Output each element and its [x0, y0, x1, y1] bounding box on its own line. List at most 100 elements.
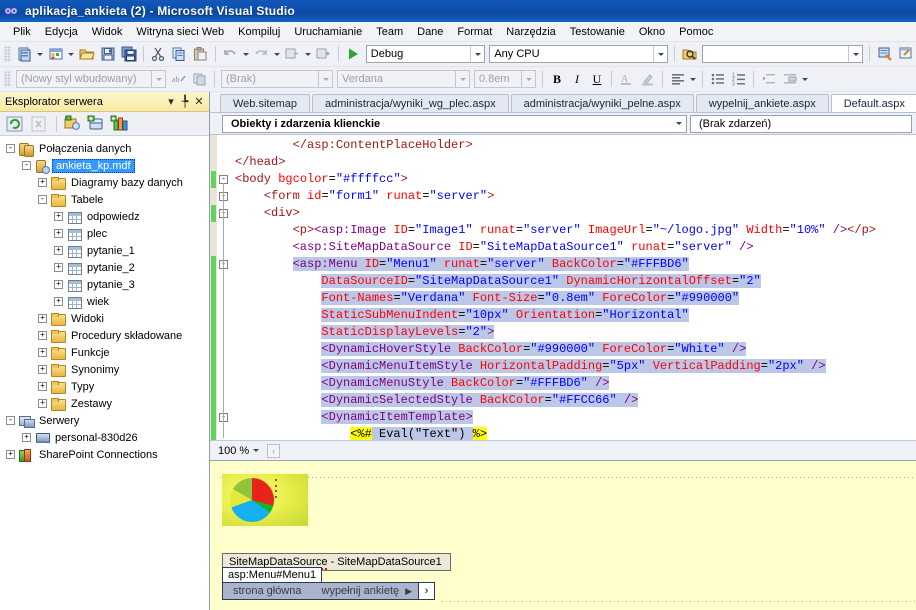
document-tab[interactable]: administracja/wyniki_pelne.aspx: [510, 94, 694, 112]
menu-item-uruchamianie[interactable]: Uruchamianie: [287, 24, 369, 40]
outlining-margin[interactable]: -----: [217, 135, 231, 460]
target-rule-icon[interactable]: ab: [168, 69, 189, 89]
navigate-forward-icon[interactable]: [313, 44, 334, 64]
navigate-backward-dropdown-icon[interactable]: [303, 44, 313, 64]
indent-icon[interactable]: [779, 69, 800, 89]
tree-item[interactable]: - Tabele: [0, 191, 209, 208]
expand-toggle-icon[interactable]: +: [38, 382, 47, 391]
tree-item[interactable]: + personal-830d26: [0, 429, 209, 446]
close-icon[interactable]: ✕: [192, 95, 206, 108]
tree-item[interactable]: + wiek: [0, 293, 209, 310]
menu-item-team[interactable]: Team: [369, 24, 410, 40]
menu-item-dane[interactable]: Dane: [410, 24, 450, 40]
server-explorer-tree[interactable]: - Połączenia danych - ankieta_kp.mdf + Diagra…: [0, 136, 209, 610]
menu-preview[interactable]: strona główna wypełnij ankietę ▶: [222, 582, 424, 600]
document-tab[interactable]: administracja/wyniki_wg_plec.aspx: [312, 94, 509, 112]
tree-item[interactable]: + Funkcje: [0, 344, 209, 361]
code-line[interactable]: DataSourceID="SiteMapDataSource1" Dynami…: [231, 273, 916, 290]
expand-toggle-icon[interactable]: +: [54, 246, 63, 255]
css-properties-icon[interactable]: [189, 69, 210, 89]
tree-item[interactable]: - Połączenia danych: [0, 140, 209, 157]
menu-component-tag[interactable]: asp:Menu#Menu1: [222, 567, 323, 583]
expand-toggle-icon[interactable]: +: [54, 229, 63, 238]
client-objects-select[interactable]: Obiekty i zdarzenia klienckie: [222, 114, 687, 133]
code-line[interactable]: </asp:ContentPlaceHolder>: [231, 137, 916, 154]
expand-toggle-icon[interactable]: +: [38, 178, 47, 187]
new-project-dropdown-icon[interactable]: [35, 44, 45, 64]
document-tab[interactable]: Web.sitemap: [220, 94, 310, 112]
redo-icon[interactable]: [251, 44, 272, 64]
menu-item-testowanie[interactable]: Testowanie: [563, 24, 632, 40]
refresh-icon[interactable]: [4, 114, 26, 134]
tree-item[interactable]: - ankieta_kp.mdf: [0, 157, 209, 174]
tree-item[interactable]: + plec: [0, 225, 209, 242]
expand-toggle-icon[interactable]: +: [54, 280, 63, 289]
expand-toggle-icon[interactable]: +: [38, 331, 47, 340]
menu-item-edycja[interactable]: Edycja: [38, 24, 85, 40]
menu-item-widok[interactable]: Widok: [85, 24, 130, 40]
document-tab[interactable]: wypelnij_ankiete.aspx: [695, 94, 829, 112]
font-size-select[interactable]: 0.8em: [474, 70, 536, 88]
code-line[interactable]: StaticSubMenuIndent="10px" Orientation="…: [231, 307, 916, 324]
new-project-icon[interactable]: [14, 44, 35, 64]
expand-toggle-icon[interactable]: +: [38, 314, 47, 323]
tree-item[interactable]: + Typy: [0, 378, 209, 395]
connect-to-database-icon[interactable]: [85, 114, 107, 134]
tree-item[interactable]: + pytanie_3: [0, 276, 209, 293]
design-surface[interactable]: SiteMapDataSource - SiteMapDataSource1 a…: [210, 461, 916, 610]
collapse-toggle-icon[interactable]: -: [6, 416, 15, 425]
zoom-dropdown-icon[interactable]: [251, 441, 261, 461]
expand-toggle-icon[interactable]: +: [22, 433, 31, 442]
document-tab[interactable]: Default.aspx: [830, 94, 916, 112]
expand-toggle-icon[interactable]: +: [6, 450, 15, 459]
expand-toggle-icon[interactable]: +: [38, 365, 47, 374]
window-dropdown-icon[interactable]: ▾: [164, 95, 178, 108]
outdent-icon[interactable]: [758, 69, 779, 89]
code-line[interactable]: <DynamicMenuStyle BackColor="#FFFBD6" />: [231, 375, 916, 392]
find-input[interactable]: [702, 45, 864, 63]
tree-item[interactable]: + Diagramy bazy danych: [0, 174, 209, 191]
new-website-dropdown-icon[interactable]: [66, 44, 76, 64]
menu-item-kompiluj[interactable]: Kompiluj: [231, 24, 287, 40]
redo-dropdown-icon[interactable]: [272, 44, 282, 64]
tree-item[interactable]: + pytanie_1: [0, 242, 209, 259]
code-line[interactable]: StaticDisplayLevels="2">: [231, 324, 916, 341]
stop-icon[interactable]: [28, 114, 50, 134]
expand-toggle-icon[interactable]: +: [54, 263, 63, 272]
menu-preview-item-wypelnij-ankiete[interactable]: wypełnij ankietę ▶: [312, 585, 423, 597]
code-line[interactable]: <DynamicHoverStyle BackColor="#990000" F…: [231, 341, 916, 358]
code-line[interactable]: <form id="form1" runat="server">: [231, 188, 916, 205]
bullet-list-icon[interactable]: [707, 69, 728, 89]
solution-platform-select[interactable]: Any CPU: [489, 45, 669, 63]
code-line[interactable]: </head>: [231, 154, 916, 171]
italic-button[interactable]: I: [567, 70, 587, 89]
menu-item-pomoc[interactable]: Pomoc: [672, 24, 720, 40]
align-dropdown-icon[interactable]: [688, 69, 698, 89]
code-line[interactable]: <asp:Menu ID="Menu1" runat="server" Back…: [231, 256, 916, 273]
code-line[interactable]: <DynamicItemTemplate>: [231, 409, 916, 426]
new-website-icon[interactable]: [45, 44, 66, 64]
toolbar-grip[interactable]: [4, 71, 11, 87]
add-server-icon[interactable]: [61, 114, 83, 134]
client-events-select[interactable]: (Brak zdarzeń): [690, 114, 912, 133]
tree-item[interactable]: + SharePoint Connections: [0, 446, 209, 463]
menu-item-witryna[interactable]: Witryna sieci Web: [129, 24, 231, 40]
block-format-select[interactable]: (Brak): [221, 70, 333, 88]
toolbar-overflow-icon[interactable]: [800, 69, 810, 89]
menu-preview-item-strona-glowna[interactable]: strona główna: [223, 585, 312, 597]
tree-item[interactable]: + Zestawy: [0, 395, 209, 412]
underline-button[interactable]: U: [587, 70, 607, 89]
zoom-control[interactable]: 100 % ‹: [218, 441, 281, 461]
align-left-icon[interactable]: [667, 69, 688, 89]
start-debugging-icon[interactable]: [343, 44, 364, 64]
solution-configuration-select[interactable]: Debug: [365, 45, 486, 63]
highlight-color-icon[interactable]: [637, 69, 658, 89]
tree-item[interactable]: - Serwery: [0, 412, 209, 429]
tree-item[interactable]: + Widoki: [0, 310, 209, 327]
navigate-backward-icon[interactable]: [282, 44, 303, 64]
pie-chart-logo[interactable]: [222, 474, 308, 526]
menu-item-narzedzia[interactable]: Narzędzia: [499, 24, 563, 40]
undo-icon[interactable]: [220, 44, 241, 64]
expand-toggle-icon[interactable]: +: [38, 348, 47, 357]
expand-toggle-icon[interactable]: +: [38, 399, 47, 408]
